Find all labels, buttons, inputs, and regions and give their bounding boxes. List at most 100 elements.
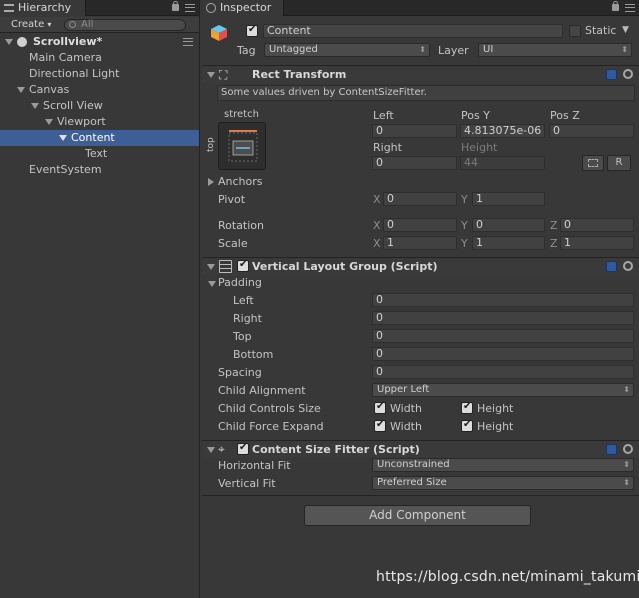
static-dropdown-icon[interactable]: ▼	[622, 25, 629, 35]
hierarchy-search-input[interactable]: All	[64, 19, 186, 31]
lock-icon[interactable]	[612, 1, 619, 11]
vertical-layout-title: Vertical Layout Group (Script)	[252, 260, 438, 273]
raw-edit-button[interactable]: R	[607, 155, 631, 171]
padding-left-value: 0	[376, 293, 383, 306]
expand-arrow-icon[interactable]	[59, 135, 67, 141]
padding-bottom-value: 0	[376, 347, 383, 360]
scale-x-field[interactable]: 1	[383, 236, 457, 250]
rotation-y-field[interactable]: 0	[472, 218, 545, 232]
anchor-presets-button[interactable]	[218, 122, 266, 170]
hierarchy-item-eventsystem[interactable]: EventSystem	[0, 162, 199, 178]
collapse-arrow-icon[interactable]	[207, 72, 215, 78]
layer-dropdown[interactable]: UI	[478, 43, 632, 57]
blueprint-mode-button[interactable]	[582, 155, 604, 171]
rotation-z-field[interactable]: 0	[560, 218, 634, 232]
child-force-width-checkbox[interactable]	[374, 419, 386, 432]
expand-arrow-icon[interactable]	[17, 87, 25, 93]
create-button[interactable]: Create ▾	[3, 18, 58, 32]
add-component-button[interactable]: Add Component	[304, 505, 531, 526]
unity-scene-icon	[17, 37, 27, 47]
gear-icon[interactable]	[623, 69, 633, 79]
padding-collapse-icon[interactable]	[208, 281, 216, 287]
pivot-y-value: 1	[476, 192, 483, 205]
scene-menu-icon[interactable]	[183, 38, 193, 46]
scale-z-field[interactable]: 1	[560, 236, 634, 250]
expand-arrow-icon[interactable]	[31, 103, 39, 109]
inspector-panel: Inspector Content Static ▼ Tag Untagged …	[202, 0, 639, 598]
hierarchy-item-content[interactable]: Content	[0, 130, 199, 146]
child-controls-width-checkbox[interactable]	[374, 401, 386, 414]
right-field[interactable]: 0	[372, 156, 457, 170]
panel-menu-icon[interactable]	[625, 4, 635, 12]
left-field[interactable]: 0	[372, 124, 457, 138]
padding-right-field[interactable]: 0	[372, 311, 634, 325]
height-column-label: Height	[461, 141, 498, 154]
hierarchy-item-viewport[interactable]: Viewport	[0, 114, 199, 130]
padding-bottom-field[interactable]: 0	[372, 347, 634, 361]
spacing-field[interactable]: 0	[372, 365, 634, 379]
vertical-layout-header[interactable]: Vertical Layout Group (Script)	[202, 257, 639, 275]
panel-menu-icon[interactable]	[185, 4, 195, 12]
posy-field[interactable]: 4.813075e-06	[460, 124, 545, 138]
static-checkbox[interactable]	[569, 25, 581, 37]
rotation-z-value: 0	[564, 218, 571, 231]
object-name-field[interactable]: Content	[263, 24, 563, 38]
padding-left-field[interactable]: 0	[372, 293, 634, 307]
anchor-preset-icon	[228, 130, 258, 162]
gear-icon[interactable]	[623, 444, 633, 454]
anchors-label[interactable]: Anchors	[218, 175, 263, 189]
horizontal-fit-dropdown[interactable]: Unconstrained	[372, 458, 634, 472]
hierarchy-item-label: Main Camera	[29, 51, 102, 64]
scale-y-field[interactable]: 1	[472, 236, 545, 250]
content-size-fitter-enabled-checkbox[interactable]	[237, 442, 249, 455]
tag-dropdown[interactable]: Untagged	[264, 43, 430, 57]
vertical-fit-dropdown[interactable]: Preferred Size	[372, 476, 634, 490]
rotation-label: Rotation	[218, 219, 265, 232]
rotation-x-field[interactable]: 0	[383, 218, 457, 232]
child-force-height-checkbox[interactable]	[461, 419, 473, 432]
tag-value: Untagged	[269, 44, 318, 55]
inspector-tabbar: Inspector	[202, 0, 639, 16]
padding-right-value: 0	[376, 311, 383, 324]
child-controls-height-checkbox[interactable]	[461, 401, 473, 414]
hierarchy-item-directional-light[interactable]: Directional Light	[0, 66, 199, 82]
help-icon[interactable]	[606, 261, 617, 272]
collapse-arrow-icon[interactable]	[207, 264, 215, 270]
hierarchy-item-scroll-view[interactable]: Scroll View	[0, 98, 199, 114]
rect-transform-header[interactable]: ⛶ Rect Transform	[202, 65, 639, 83]
scale-z-value: 1	[564, 236, 571, 249]
tab-inspector[interactable]: Inspector	[202, 0, 284, 16]
child-controls-height-label: Height	[477, 402, 514, 415]
collapse-arrow-icon[interactable]	[207, 447, 215, 453]
gear-icon[interactable]	[623, 261, 633, 271]
divider	[202, 495, 639, 496]
pivot-y-field[interactable]: 1	[472, 192, 545, 206]
anchors-expand-icon[interactable]	[208, 178, 214, 186]
help-icon[interactable]	[606, 69, 617, 80]
pivot-x-field[interactable]: 0	[383, 192, 457, 206]
content-size-fitter-header[interactable]: ⌖ Content Size Fitter (Script)	[202, 440, 639, 458]
hierarchy-item-canvas[interactable]: Canvas	[0, 82, 199, 98]
hierarchy-item-main-camera[interactable]: Main Camera	[0, 50, 199, 66]
posz-field[interactable]: 0	[549, 124, 634, 138]
padding-top-field[interactable]: 0	[372, 329, 634, 343]
vertical-fit-label: Vertical Fit	[218, 477, 276, 490]
static-label: Static	[585, 24, 617, 37]
padding-label[interactable]: Padding	[218, 276, 262, 290]
active-checkbox[interactable]	[246, 24, 258, 37]
expand-arrow-icon[interactable]	[5, 39, 13, 45]
scene-row[interactable]: Scrollview*	[0, 34, 199, 50]
posy-value: 4.813075e-06	[464, 124, 542, 137]
rotation-x-value: 0	[387, 218, 394, 231]
tag-label: Tag	[237, 44, 256, 57]
lock-icon[interactable]	[172, 1, 179, 11]
info-icon	[206, 3, 216, 13]
expand-arrow-icon[interactable]	[45, 119, 53, 125]
help-icon[interactable]	[606, 444, 617, 455]
vertical-layout-enabled-checkbox[interactable]	[237, 259, 249, 272]
child-alignment-dropdown[interactable]: Upper Left	[372, 383, 634, 397]
hierarchy-item-text[interactable]: Text	[0, 146, 199, 162]
hierarchy-item-label: Text	[85, 147, 108, 160]
posy-column-label: Pos Y	[461, 109, 490, 122]
tab-hierarchy[interactable]: Hierarchy	[0, 0, 86, 16]
